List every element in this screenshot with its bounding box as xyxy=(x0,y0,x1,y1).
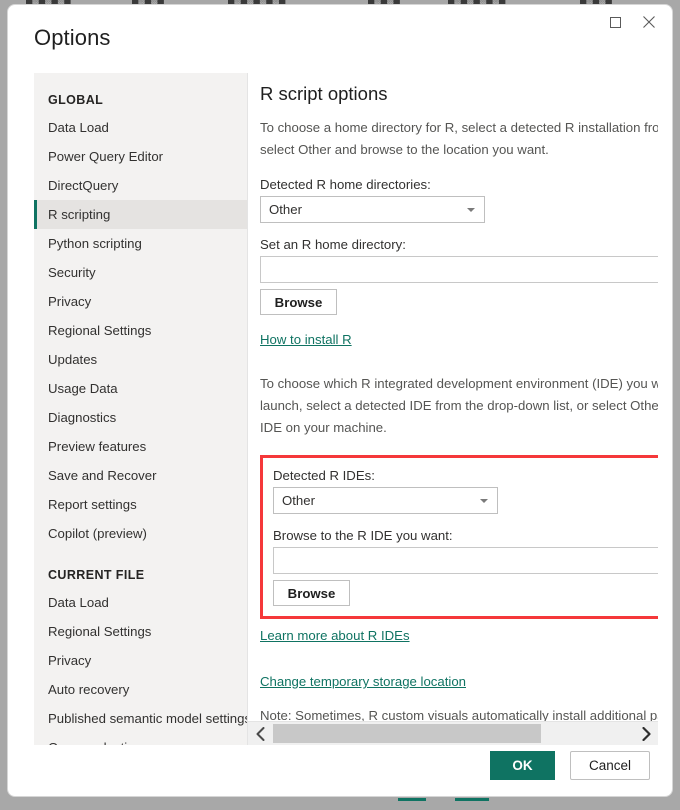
sidebar-item-label: Usage Data xyxy=(48,381,118,396)
sidebar-item-label: Report settings xyxy=(48,497,137,512)
sidebar-group-global: GLOBAL xyxy=(48,93,104,107)
change-temporary-storage-location-link[interactable]: Change temporary storage location xyxy=(260,674,466,689)
section-title: R script options xyxy=(260,83,388,104)
page-title: Options xyxy=(34,25,111,50)
ok-button[interactable]: OK xyxy=(490,751,555,780)
sidebar-item-label: Privacy xyxy=(48,653,92,668)
sidebar-item-power-query-editor[interactable]: Power Query Editor xyxy=(34,142,247,171)
options-dialog: Options GLOBAL Data Load Power Query Edi… xyxy=(7,4,673,797)
sidebar-item-label: Preview features xyxy=(48,439,147,454)
home-directory-description: To choose a home directory for R, select… xyxy=(260,120,658,157)
sidebar-item-label: Privacy xyxy=(48,294,92,309)
sidebar-item-label: Published semantic model settings xyxy=(48,711,247,726)
chevron-down-icon xyxy=(480,498,488,503)
detected-r-ides-dropdown[interactable]: Other xyxy=(273,487,498,514)
options-sidebar[interactable]: GLOBAL Data Load Power Query Editor Dire… xyxy=(34,73,247,745)
learn-more-about-r-ides-link[interactable]: Learn more about R IDEs xyxy=(260,628,410,643)
detected-r-ide-highlight-box: Detected R IDEs: Other Browse to the R I… xyxy=(260,455,658,619)
sidebar-item-regional-settings[interactable]: Regional Settings xyxy=(34,316,247,345)
browse-r-ide-button[interactable]: Browse xyxy=(273,580,350,606)
chevron-right-icon[interactable] xyxy=(634,722,658,745)
sidebar-item-cf-published-semantic-model-settings[interactable]: Published semantic model settings xyxy=(34,704,247,733)
sidebar-item-cf-regional-settings[interactable]: Regional Settings xyxy=(34,617,247,646)
sidebar-item-label: DirectQuery xyxy=(48,178,119,193)
dialog-footer: OK Cancel xyxy=(8,743,672,796)
sidebar-item-diagnostics[interactable]: Diagnostics xyxy=(34,403,247,432)
sidebar-item-updates[interactable]: Updates xyxy=(34,345,247,374)
sidebar-item-python-scripting[interactable]: Python scripting xyxy=(34,229,247,258)
detected-r-ides-label: Detected R IDEs: xyxy=(273,468,375,483)
sidebar-item-label: Copilot (preview) xyxy=(48,526,147,541)
chevron-down-icon xyxy=(467,207,475,212)
sidebar-item-report-settings[interactable]: Report settings xyxy=(34,490,247,519)
detected-r-home-label: Detected R home directories: xyxy=(260,177,431,192)
sidebar-item-label: R scripting xyxy=(48,207,111,222)
sidebar-item-label: Power Query Editor xyxy=(48,149,164,164)
sidebar-item-cf-auto-recovery[interactable]: Auto recovery xyxy=(34,675,247,704)
sidebar-item-label: Python scripting xyxy=(48,236,142,251)
scrollbar-track[interactable] xyxy=(272,722,634,745)
how-to-install-r-link[interactable]: How to install R xyxy=(260,332,352,347)
cancel-button[interactable]: Cancel xyxy=(570,751,650,780)
close-icon[interactable] xyxy=(632,9,666,35)
main-scroll-viewport: R script options To choose a home direct… xyxy=(248,73,658,721)
sidebar-item-label: Data Load xyxy=(48,120,109,135)
options-main-pane: R script options To choose a home direct… xyxy=(247,73,658,745)
chevron-left-icon[interactable] xyxy=(248,722,272,745)
browse-r-home-button[interactable]: Browse xyxy=(260,289,337,315)
sidebar-item-data-load[interactable]: Data Load xyxy=(34,113,247,142)
sidebar-group-current-file: CURRENT FILE xyxy=(48,568,145,582)
sidebar-item-preview-features[interactable]: Preview features xyxy=(34,432,247,461)
sidebar-item-label: Diagnostics xyxy=(48,410,117,425)
sidebar-item-directquery[interactable]: DirectQuery xyxy=(34,171,247,200)
sidebar-item-copilot-preview[interactable]: Copilot (preview) xyxy=(34,519,247,548)
sidebar-item-label: Auto recovery xyxy=(48,682,130,697)
browse-r-ide-input[interactable] xyxy=(273,547,658,574)
note-text: Note: Sometimes, R custom visuals automa… xyxy=(260,708,658,721)
sidebar-item-save-and-recover[interactable]: Save and Recover xyxy=(34,461,247,490)
sidebar-item-label: Save and Recover xyxy=(48,468,157,483)
browse-r-ide-label: Browse to the R IDE you want: xyxy=(273,528,453,543)
set-r-home-label: Set an R home directory: xyxy=(260,237,406,252)
sidebar-item-label: Regional Settings xyxy=(48,323,152,338)
sidebar-item-r-scripting[interactable]: R scripting xyxy=(34,200,247,229)
sidebar-item-security[interactable]: Security xyxy=(34,258,247,287)
detected-r-home-dropdown[interactable]: Other xyxy=(260,196,485,223)
scrollbar-thumb[interactable] xyxy=(273,724,541,743)
r-script-options-panel: R script options To choose a home direct… xyxy=(260,73,658,721)
sidebar-item-cf-privacy[interactable]: Privacy xyxy=(34,646,247,675)
sidebar-item-label: Updates xyxy=(48,352,98,367)
sidebar-item-label: Regional Settings xyxy=(48,624,152,639)
horizontal-scrollbar[interactable] xyxy=(248,721,658,745)
sidebar-item-usage-data[interactable]: Usage Data xyxy=(34,374,247,403)
sidebar-item-label: Data Load xyxy=(48,595,109,610)
sidebar-item-label: Security xyxy=(48,265,96,280)
ide-description: To choose which R integrated development… xyxy=(260,376,658,435)
detected-r-home-value: Other xyxy=(269,202,302,217)
detected-r-ides-value: Other xyxy=(282,493,315,508)
set-r-home-input[interactable] xyxy=(260,256,658,283)
sidebar-item-cf-data-load[interactable]: Data Load xyxy=(34,588,247,617)
dialog-body: GLOBAL Data Load Power Query Editor Dire… xyxy=(34,73,658,745)
sidebar-item-privacy[interactable]: Privacy xyxy=(34,287,247,316)
maximize-icon[interactable] xyxy=(598,9,632,35)
dialog-titlebar: Options xyxy=(8,5,672,67)
